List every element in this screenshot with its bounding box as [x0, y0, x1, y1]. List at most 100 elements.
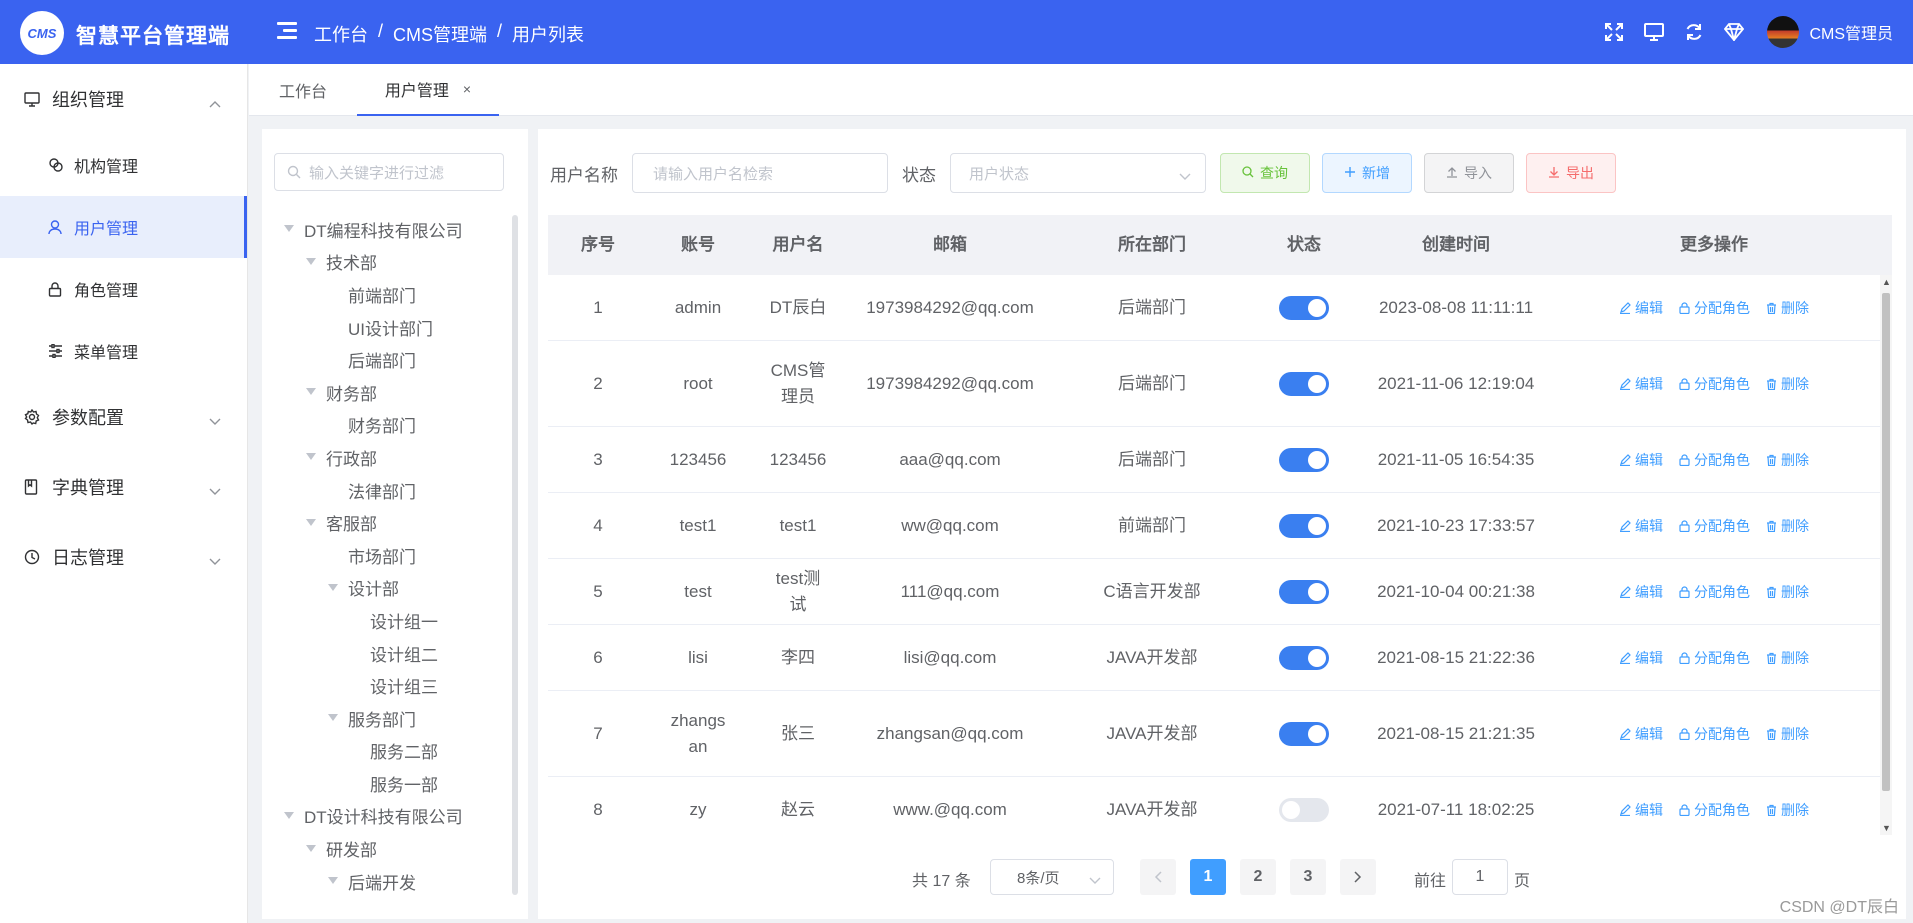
sidebar-item-menu-manage[interactable]: 菜单管理 — [0, 320, 247, 382]
tree-node[interactable]: 后端部门 — [262, 343, 512, 376]
delete-button[interactable]: 删除 — [1766, 579, 1809, 605]
assign-role-button[interactable]: 分配角色 — [1679, 721, 1750, 747]
sidebar-group-dict[interactable]: 字典管理 — [0, 452, 247, 522]
caret-down-icon[interactable] — [306, 518, 316, 528]
caret-down-icon[interactable] — [306, 844, 316, 854]
tree-node[interactable]: DT设计科技有限公司 — [262, 800, 512, 833]
sidebar-group-org[interactable]: 组织管理 — [0, 64, 247, 134]
status-toggle[interactable] — [1279, 296, 1329, 321]
assign-role-button[interactable]: 分配角色 — [1679, 579, 1750, 605]
edit-button[interactable]: 编辑 — [1619, 797, 1663, 823]
tab-user-manage[interactable]: 用户管理 × — [357, 64, 499, 116]
table-scrollbar[interactable]: ▲ ▼ — [1880, 275, 1892, 835]
tree-node[interactable]: UI设计部门 — [262, 311, 512, 344]
delete-button[interactable]: 删除 — [1766, 371, 1809, 397]
tree-node[interactable]: 设计组三 — [262, 669, 512, 702]
tree-node[interactable]: 后端开发 — [262, 865, 512, 898]
breadcrumb-item[interactable]: 工作台 — [314, 21, 368, 47]
edit-button[interactable]: 编辑 — [1619, 579, 1663, 605]
scrollbar-thumb[interactable] — [1882, 293, 1890, 791]
page-button-1[interactable]: 1 — [1190, 859, 1226, 895]
tree-node[interactable]: 前端部门 — [262, 278, 512, 311]
user-name[interactable]: CMS管理员 — [1809, 20, 1893, 44]
status-toggle[interactable] — [1279, 372, 1329, 397]
tree-node[interactable]: 行政部 — [262, 441, 512, 474]
caret-down-icon[interactable] — [306, 452, 316, 462]
status-toggle[interactable] — [1279, 722, 1329, 747]
caret-down-icon[interactable] — [306, 387, 316, 397]
caret-down-icon[interactable] — [284, 224, 294, 234]
delete-button[interactable]: 删除 — [1766, 797, 1809, 823]
username-search-input[interactable]: 请输入用户名检索 — [632, 153, 888, 193]
close-icon[interactable]: × — [463, 81, 471, 97]
diamond-icon[interactable] — [1723, 21, 1745, 43]
monitor-icon[interactable] — [1643, 21, 1665, 43]
sidebar-item-role-manage[interactable]: 角色管理 — [0, 258, 247, 320]
tree-node[interactable]: DT编程科技有限公司 — [262, 213, 512, 246]
status-select[interactable]: 用户状态 — [950, 153, 1206, 193]
add-user-button[interactable]: 新增 — [1322, 153, 1412, 193]
assign-role-button[interactable]: 分配角色 — [1679, 371, 1750, 397]
caret-down-icon[interactable] — [306, 257, 316, 267]
tree-node[interactable]: 技术部 — [262, 246, 512, 279]
edit-button[interactable]: 编辑 — [1619, 447, 1663, 473]
scroll-up-icon[interactable]: ▲ — [1882, 277, 1891, 287]
assign-role-button[interactable]: 分配角色 — [1679, 447, 1750, 473]
sidebar-group-log[interactable]: 日志管理 — [0, 522, 247, 592]
page-size-select[interactable]: 8条/页 — [990, 859, 1114, 895]
assign-role-button[interactable]: 分配角色 — [1679, 295, 1750, 321]
tree-scrollbar[interactable] — [512, 215, 518, 895]
avatar[interactable] — [1767, 16, 1800, 48]
edit-button[interactable]: 编辑 — [1619, 721, 1663, 747]
prev-page-button[interactable] — [1140, 859, 1176, 895]
edit-button[interactable]: 编辑 — [1619, 371, 1663, 397]
page-button-3[interactable]: 3 — [1290, 859, 1326, 895]
status-toggle[interactable] — [1279, 798, 1329, 823]
sidebar-item-user-manage[interactable]: 用户管理 — [0, 196, 247, 258]
edit-button[interactable]: 编辑 — [1619, 513, 1663, 539]
tab-workbench[interactable]: 工作台 — [249, 64, 357, 116]
assign-role-button[interactable]: 分配角色 — [1679, 797, 1750, 823]
status-toggle[interactable] — [1279, 514, 1329, 539]
caret-down-icon[interactable] — [328, 876, 338, 886]
status-toggle[interactable] — [1279, 448, 1329, 473]
refresh-icon[interactable] — [1683, 21, 1705, 43]
edit-button[interactable]: 编辑 — [1619, 645, 1663, 671]
caret-down-icon[interactable] — [284, 811, 294, 821]
tree-node[interactable]: 服务部门 — [262, 702, 512, 735]
delete-button[interactable]: 删除 — [1766, 645, 1809, 671]
edit-button[interactable]: 编辑 — [1619, 295, 1663, 321]
tree-node[interactable]: 财务部门 — [262, 409, 512, 442]
tree-node[interactable]: 客服部 — [262, 506, 512, 539]
sidebar-group-params[interactable]: 参数配置 — [0, 382, 247, 452]
tree-filter-input[interactable]: 输入关键字进行过滤 — [274, 153, 504, 191]
delete-button[interactable]: 删除 — [1766, 295, 1809, 321]
caret-down-icon[interactable] — [328, 583, 338, 593]
goto-page-input[interactable]: 1 — [1452, 859, 1508, 895]
breadcrumb-item[interactable]: CMS管理端 — [393, 21, 487, 47]
delete-button[interactable]: 删除 — [1766, 513, 1809, 539]
caret-down-icon[interactable] — [328, 713, 338, 723]
tree-node[interactable]: 财务部 — [262, 376, 512, 409]
menu-toggle-icon[interactable] — [275, 22, 297, 42]
import-button[interactable]: 导入 — [1424, 153, 1514, 193]
tree-node[interactable]: 设计组一 — [262, 604, 512, 637]
assign-role-button[interactable]: 分配角色 — [1679, 645, 1750, 671]
tree-node[interactable]: 服务一部 — [262, 767, 512, 800]
tree-node[interactable]: 设计组二 — [262, 637, 512, 670]
delete-button[interactable]: 删除 — [1766, 447, 1809, 473]
status-toggle[interactable] — [1279, 580, 1329, 605]
tree-node[interactable]: 设计部 — [262, 572, 512, 605]
tree-node[interactable]: 市场部门 — [262, 539, 512, 572]
export-button[interactable]: 导出 — [1526, 153, 1616, 193]
next-page-button[interactable] — [1340, 859, 1376, 895]
query-button[interactable]: 查询 — [1220, 153, 1310, 193]
fullscreen-icon[interactable] — [1603, 21, 1625, 43]
tree-node[interactable]: 研发部 — [262, 832, 512, 865]
tree-node[interactable]: 服务二部 — [262, 735, 512, 768]
assign-role-button[interactable]: 分配角色 — [1679, 513, 1750, 539]
sidebar-item-org-manage[interactable]: 机构管理 — [0, 134, 247, 196]
tree-node[interactable]: 法律部门 — [262, 474, 512, 507]
page-button-2[interactable]: 2 — [1240, 859, 1276, 895]
scroll-down-icon[interactable]: ▼ — [1882, 823, 1891, 833]
